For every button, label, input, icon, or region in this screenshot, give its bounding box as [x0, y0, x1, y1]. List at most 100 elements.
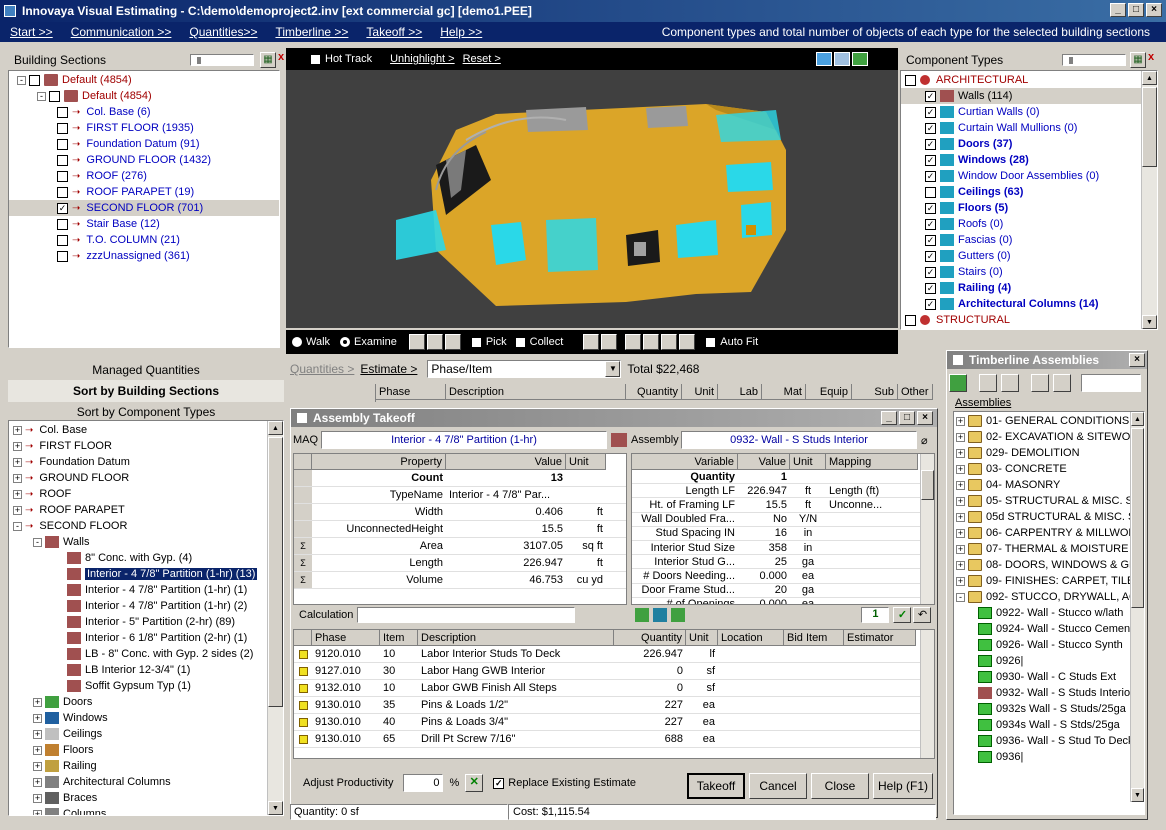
expand-icon[interactable]: +: [33, 777, 42, 787]
building-section-item[interactable]: ➝ ROOF PARAPET (19): [9, 184, 279, 200]
help-button[interactable]: Help (F1): [873, 773, 933, 799]
expand-icon[interactable]: +: [13, 441, 22, 451]
building-sections-close-icon[interactable]: x: [278, 51, 284, 63]
collect-checkbox[interactable]: [514, 336, 526, 348]
managed-tree-item[interactable]: + Braces: [9, 790, 283, 806]
variable-row[interactable]: Stud Spacing IN 16 in: [632, 527, 934, 541]
items-scrollbar[interactable]: [920, 630, 934, 758]
section-checkbox[interactable]: [57, 186, 68, 198]
timberline-item[interactable]: 0934s Wall - S Stds/25ga: [954, 717, 1144, 733]
component-type-checkbox[interactable]: ✓: [925, 298, 936, 310]
component-types-scrollbar[interactable]: ▲ ▼: [1141, 71, 1157, 329]
timberline-close-button[interactable]: ×: [1129, 353, 1145, 367]
building-section-item[interactable]: ✓ ➝ SECOND FLOOR (701): [9, 200, 279, 216]
map-green-icon[interactable]: [671, 608, 686, 622]
view-split-icon[interactable]: [834, 52, 850, 66]
walk-radio[interactable]: [292, 337, 302, 347]
managed-tree-item[interactable]: LB Interior 12-3/4" (1): [9, 662, 283, 678]
pick-checkbox[interactable]: [470, 336, 482, 348]
rotate-icon[interactable]: [426, 334, 443, 350]
expand-icon[interactable]: +: [956, 432, 965, 442]
component-type-checkbox[interactable]: ✓: [925, 154, 936, 166]
navigate-icon[interactable]: [408, 334, 425, 350]
component-type-checkbox[interactable]: ✓: [925, 106, 936, 118]
adjust-productivity-input[interactable]: 0: [403, 774, 444, 792]
fit-icon[interactable]: [679, 334, 696, 350]
component-type-item[interactable]: ✓ Curtain Wall Mullions (0): [901, 120, 1141, 136]
component-types-grid-button[interactable]: ▦: [1130, 52, 1146, 68]
estimate-column-header[interactable]: Lab: [718, 384, 762, 400]
expand-icon[interactable]: +: [33, 729, 42, 739]
managed-tree-item[interactable]: + Architectural Columns: [9, 774, 283, 790]
tl-indent-icon[interactable]: [1031, 374, 1049, 392]
expand-icon[interactable]: +: [33, 809, 42, 815]
collapse-icon[interactable]: -: [13, 521, 22, 531]
item-column-header[interactable]: Bid Item: [784, 630, 844, 646]
component-type-checkbox[interactable]: ✓: [925, 138, 936, 150]
component-type-checkbox[interactable]: [925, 186, 936, 198]
component-type-item[interactable]: ✓ Window Door Assemblies (0): [901, 168, 1141, 184]
component-type-item[interactable]: ✓ Fascias (0): [901, 232, 1141, 248]
tl-add-icon[interactable]: [979, 374, 997, 392]
managed-tree-item[interactable]: Interior - 4 7/8" Partition (1-hr) (13): [9, 566, 283, 582]
component-type-item[interactable]: ARCHITECTURAL: [901, 72, 1141, 88]
quantities-tab[interactable]: Quantities >: [290, 362, 354, 376]
property-row[interactable]: Width 0.406 ft: [294, 504, 626, 521]
dialog-maximize-button[interactable]: □: [899, 411, 915, 425]
takeoff-item-row[interactable]: 9120.010 10 Labor Interior Studs To Deck 22…: [294, 646, 934, 663]
timberline-item[interactable]: +029- DEMOLITION: [954, 445, 1144, 461]
component-type-checkbox[interactable]: ✓: [925, 218, 936, 230]
component-type-checkbox[interactable]: ✓: [925, 266, 936, 278]
expand-icon[interactable]: +: [956, 416, 965, 426]
component-types-close-icon[interactable]: x: [1148, 51, 1154, 63]
property-row[interactable]: UnconnectedHeight 15.5 ft: [294, 521, 626, 538]
section-checkbox[interactable]: [49, 90, 60, 102]
variable-row[interactable]: Interior Stud G... 25 ga: [632, 555, 934, 570]
maq-field[interactable]: Interior - 4 7/8" Partition (1-hr): [321, 431, 607, 449]
managed-tree-item[interactable]: + Doors: [9, 694, 283, 710]
view-landscape-icon[interactable]: [852, 52, 868, 66]
variable-row[interactable]: # of Openings 0.000 ea: [632, 598, 934, 604]
section-checkbox[interactable]: [57, 218, 68, 230]
component-type-checkbox[interactable]: ✓: [925, 282, 936, 294]
expand-icon[interactable]: +: [956, 496, 965, 506]
building-section-item[interactable]: - Default (4854): [9, 88, 279, 104]
managed-tree-item[interactable]: + Columns: [9, 806, 283, 815]
sort-by-types-button[interactable]: Sort by Component Types: [8, 402, 284, 422]
view-single-icon[interactable]: [816, 52, 832, 66]
zoom-out-icon[interactable]: [601, 334, 618, 350]
managed-tree-item[interactable]: + Floors: [9, 742, 283, 758]
managed-tree-item[interactable]: - Walls: [9, 534, 283, 550]
estimate-column-header[interactable]: Equip: [806, 384, 852, 400]
zoom-in-icon[interactable]: [583, 334, 600, 350]
item-column-header[interactable]: Quantity: [614, 630, 686, 646]
component-type-item[interactable]: ✓ Doors (37): [901, 136, 1141, 152]
managed-tree-item[interactable]: 8" Conc. with Gyp. (4): [9, 550, 283, 566]
estimate-column-header[interactable]: Unit: [682, 384, 718, 400]
managed-tree-item[interactable]: + ➝ Foundation Datum: [9, 454, 283, 470]
building-section-item[interactable]: ➝ Foundation Datum (91): [9, 136, 279, 152]
auto-fit-checkbox[interactable]: ✓: [705, 336, 717, 348]
building-section-item[interactable]: ➝ zzzUnassigned (361): [9, 248, 279, 264]
component-type-checkbox[interactable]: [905, 314, 916, 326]
property-column-header[interactable]: Unit: [566, 454, 606, 470]
component-type-checkbox[interactable]: ✓: [925, 122, 936, 134]
property-row[interactable]: Count 13: [294, 470, 626, 487]
minimize-button[interactable]: _: [1110, 3, 1126, 17]
assemblies-label[interactable]: Assemblies: [955, 397, 1011, 409]
pan-icon[interactable]: [444, 334, 461, 350]
variable-row[interactable]: # Doors Needing... 0.000 ea: [632, 569, 934, 584]
property-row[interactable]: Σ Length 226.947 ft: [294, 555, 626, 572]
managed-tree-item[interactable]: + ➝ Col. Base: [9, 422, 283, 438]
timberline-item[interactable]: +05- STRUCTURAL & MISC. STEEL: [954, 493, 1144, 509]
takeoff-item-row[interactable]: 9130.010 40 Pins & Loads 3/4" 227 ea: [294, 714, 934, 731]
timberline-item[interactable]: +02- EXCAVATION & SITEWORK: [954, 429, 1144, 445]
property-row[interactable]: Σ Volume 46.753 cu yd: [294, 572, 626, 589]
component-types-slider[interactable]: [1062, 54, 1126, 66]
confirm-check-icon[interactable]: ✓: [893, 607, 912, 623]
section-checkbox[interactable]: [57, 122, 68, 134]
expand-icon[interactable]: +: [956, 480, 965, 490]
expand-icon[interactable]: +: [13, 457, 22, 467]
timberline-item[interactable]: 0924- Wall - Stucco Cement: [954, 621, 1144, 637]
timberline-item[interactable]: +07- THERMAL & MOISTURE PROT: [954, 541, 1144, 557]
